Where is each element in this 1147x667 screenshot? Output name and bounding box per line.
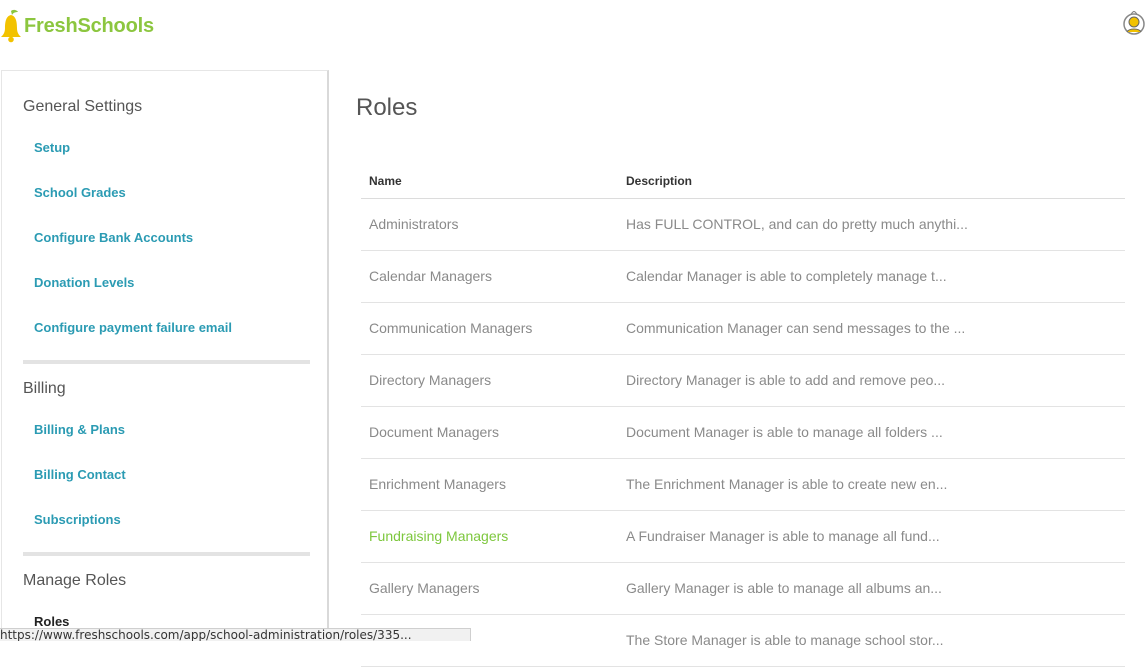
- section-divider: [23, 552, 310, 556]
- role-description: Directory Manager is able to add and rem…: [626, 372, 946, 388]
- role-description: Document Manager is able to manage all f…: [626, 424, 943, 440]
- role-description: Has FULL CONTROL, and can do pretty much…: [626, 216, 968, 232]
- section-title-manage-roles: Manage Roles: [23, 572, 127, 589]
- role-name: Calendar Managers: [369, 268, 492, 284]
- table-row[interactable]: Administrators Has FULL CONTROL, and can…: [361, 199, 1125, 251]
- nav-link-billing-contact[interactable]: Billing Contact: [34, 467, 126, 482]
- role-description: Communication Manager can send messages …: [626, 320, 966, 336]
- nav-link-payment-failure-email[interactable]: Configure payment failure email: [34, 320, 232, 335]
- nav-link-donation-levels[interactable]: Donation Levels: [34, 275, 134, 290]
- column-header-description[interactable]: Description: [626, 174, 692, 188]
- role-name: Enrichment Managers: [369, 476, 506, 492]
- settings-sidebar: General Settings Setup School Grades Con…: [1, 70, 329, 640]
- table-row[interactable]: Directory Managers Directory Manager is …: [361, 355, 1125, 407]
- role-name: Gallery Managers: [369, 580, 480, 596]
- role-name: Directory Managers: [369, 372, 492, 388]
- table-row-hovered[interactable]: Fundraising Managers A Fundraiser Manage…: [361, 511, 1125, 563]
- nav-link-roles[interactable]: Roles: [34, 614, 69, 629]
- role-description: The Enrichment Manager is able to create…: [626, 476, 948, 492]
- table-row[interactable]: Enrichment Managers The Enrichment Manag…: [361, 459, 1125, 511]
- table-row[interactable]: Gallery Managers Gallery Manager is able…: [361, 563, 1125, 615]
- bell-icon: [1, 9, 21, 43]
- table-row[interactable]: The Store Manager is able to manage scho…: [361, 615, 1125, 667]
- nav-link-subscriptions[interactable]: Subscriptions: [34, 512, 121, 527]
- page-title: Roles: [356, 94, 418, 121]
- nav-link-setup[interactable]: Setup: [34, 140, 70, 155]
- table-row[interactable]: Calendar Managers Calendar Manager is ab…: [361, 251, 1125, 303]
- table-header: Name Description: [361, 166, 1125, 199]
- section-title-billing: Billing: [23, 380, 66, 397]
- role-description: Gallery Manager is able to manage all al…: [626, 580, 942, 596]
- nav-link-school-grades[interactable]: School Grades: [34, 185, 126, 200]
- table-row[interactable]: Communication Managers Communication Man…: [361, 303, 1125, 355]
- role-name: Communication Managers: [369, 320, 533, 336]
- role-name: Document Managers: [369, 424, 499, 440]
- browser-status-url: https://www.freshschools.com/app/school-…: [0, 628, 471, 641]
- role-name: Administrators: [369, 216, 459, 232]
- nav-link-configure-bank-accounts[interactable]: Configure Bank Accounts: [34, 230, 193, 245]
- section-divider: [23, 360, 310, 364]
- top-bar: FreshSchools: [0, 0, 1147, 60]
- brand-logo[interactable]: FreshSchools: [0, 8, 154, 44]
- role-description: Calendar Manager is able to completely m…: [626, 268, 947, 284]
- role-description: A Fundraiser Manager is able to manage a…: [626, 528, 940, 544]
- brand-part-2: Schools: [77, 14, 154, 37]
- role-description: The Store Manager is able to manage scho…: [626, 632, 944, 648]
- section-title-general-settings: General Settings: [23, 98, 143, 115]
- brand-name: FreshSchools: [24, 15, 154, 38]
- column-header-name[interactable]: Name: [369, 174, 402, 188]
- role-name: Fundraising Managers: [369, 528, 509, 544]
- table-row[interactable]: Document Managers Document Manager is ab…: [361, 407, 1125, 459]
- roles-table: Name Description Administrators Has FULL…: [361, 166, 1125, 667]
- brand-part-1: Fresh: [24, 14, 78, 37]
- user-avatar-icon[interactable]: [1122, 11, 1146, 39]
- nav-link-billing-plans[interactable]: Billing & Plans: [34, 422, 125, 437]
